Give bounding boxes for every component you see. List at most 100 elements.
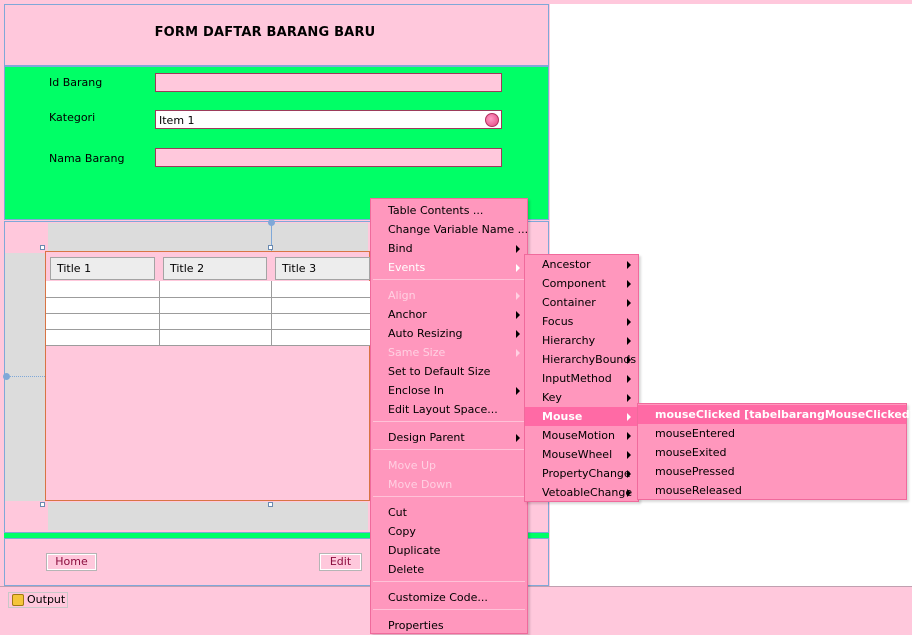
menu-separator [373,581,525,582]
table-header-2[interactable]: Title 2 [163,257,267,280]
events-item-input-method[interactable]: InputMethod [525,369,638,388]
submenu-arrow-icon [516,330,520,338]
events-item-key[interactable]: Key [525,388,638,407]
menu-item-enclose-in[interactable]: Enclose In [371,381,527,400]
edit-button[interactable]: Edit [319,553,362,571]
menu-item-copy[interactable]: Copy [371,522,527,541]
submenu-arrow-icon [627,375,631,383]
events-item-focus[interactable]: Focus [525,312,638,331]
events-item-hierarchy-bounds[interactable]: HierarchyBounds [525,350,638,369]
menu-item-label: Move Down [388,478,453,491]
nama-barang-field[interactable] [155,148,502,167]
menu-item-duplicate[interactable]: Duplicate [371,541,527,560]
context-menu: Table Contents ... Change Variable Name … [370,198,528,634]
menu-item-auto-resizing[interactable]: Auto Resizing [371,324,527,343]
menu-item-events[interactable]: Events [371,258,527,277]
table-row-line [46,345,370,346]
menu-item-label: Customize Code... [388,591,488,604]
events-item-mouse[interactable]: Mouse [525,407,638,426]
nama-barang-label: Nama Barang [49,152,125,165]
events-item-hierarchy[interactable]: Hierarchy [525,331,638,350]
menu-item-delete[interactable]: Delete [371,560,527,579]
submenu-arrow-icon [627,318,631,326]
mouse-item-entered[interactable]: mouseEntered [638,424,906,443]
menu-item-label: Edit Layout Space... [388,403,498,416]
output-tab-label: Output [27,593,66,606]
table-col-line [159,281,160,345]
table-header-1[interactable]: Title 1 [50,257,155,280]
menu-item-cut[interactable]: Cut [371,503,527,522]
menu-item-label: Events [388,261,426,274]
menu-item-bind[interactable]: Bind [371,239,527,258]
events-item-mouse-motion[interactable]: MouseMotion [525,426,638,445]
submenu-arrow-icon [516,245,520,253]
dropdown-button-icon[interactable] [485,113,499,127]
kategori-combobox[interactable]: Item 1 [155,110,502,129]
menu-item-label: InputMethod [542,372,612,385]
events-item-container[interactable]: Container [525,293,638,312]
id-barang-label: Id Barang [49,76,103,89]
menu-separator [373,279,525,280]
mouse-item-clicked[interactable]: mouseClicked [tabelbarangMouseClicked] [638,405,912,424]
menu-item-move-up[interactable]: Move Up [371,456,527,475]
menu-item-table-contents[interactable]: Table Contents ... [371,201,527,220]
anchor-dot-icon [3,373,10,380]
menu-item-design-parent[interactable]: Design Parent [371,428,527,447]
mouse-item-exited[interactable]: mouseExited [638,443,906,462]
events-submenu: Ancestor Component Container Focus Hiera… [524,254,639,502]
resize-handle[interactable] [268,502,273,507]
kategori-label: Kategori [49,111,96,124]
submenu-arrow-icon [627,356,631,364]
menu-item-label: Move Up [388,459,437,472]
menu-item-label: Key [542,391,562,404]
menu-item-label: Mouse [542,410,583,423]
menu-item-move-down[interactable]: Move Down [371,475,527,494]
events-item-mouse-wheel[interactable]: MouseWheel [525,445,638,464]
home-button[interactable]: Home [46,553,97,571]
submenu-arrow-icon [627,394,631,402]
menu-item-label: Properties [388,619,444,632]
output-tab[interactable]: Output [8,592,68,608]
submenu-arrow-icon [516,387,520,395]
menu-item-label: Auto Resizing [388,327,463,340]
menu-separator [373,496,525,497]
menu-item-align[interactable]: Align [371,286,527,305]
menu-item-customize-code[interactable]: Customize Code... [371,588,527,607]
menu-item-label: Table Contents ... [388,204,484,217]
menu-item-label: Duplicate [388,544,441,557]
mouse-item-released[interactable]: mouseReleased [638,481,906,500]
menu-item-label: Hierarchy [542,334,596,347]
resize-handle[interactable] [40,502,45,507]
table-header-3[interactable]: Title 3 [275,257,370,280]
submenu-arrow-icon [516,349,520,357]
events-item-property-change[interactable]: PropertyChange [525,464,638,483]
table-row-line [46,313,370,314]
layout-guide-bottom [48,502,368,530]
resize-handle[interactable] [40,245,45,250]
header-panel: FORM DAFTAR BARANG BARU [4,4,549,66]
menu-item-set-default-size[interactable]: Set to Default Size [371,362,527,381]
menu-item-label: Focus [542,315,574,328]
menu-item-label: PropertyChange [542,467,631,480]
menu-item-same-size[interactable]: Same Size [371,343,527,362]
id-barang-field[interactable] [155,73,502,92]
menu-item-anchor[interactable]: Anchor [371,305,527,324]
layout-guide-left [5,253,46,501]
resize-handle[interactable] [268,245,273,250]
menu-item-properties[interactable]: Properties [371,616,527,635]
submenu-arrow-icon [627,299,631,307]
menu-item-label: Set to Default Size [388,365,491,378]
menu-item-edit-layout-space[interactable]: Edit Layout Space... [371,400,527,419]
events-item-component[interactable]: Component [525,274,638,293]
menu-item-change-variable-name[interactable]: Change Variable Name ... [371,220,529,239]
events-item-ancestor[interactable]: Ancestor [525,255,638,274]
menu-item-label: Cut [388,506,407,519]
menu-item-label: Change Variable Name ... [388,223,529,236]
output-icon [12,594,24,606]
mouse-item-pressed[interactable]: mousePressed [638,462,906,481]
events-item-vetoable-change[interactable]: VetoableChange [525,483,638,502]
submenu-arrow-icon [627,432,631,440]
menu-item-label: Design Parent [388,431,465,444]
menu-separator [373,421,525,422]
submenu-arrow-icon [627,337,631,345]
